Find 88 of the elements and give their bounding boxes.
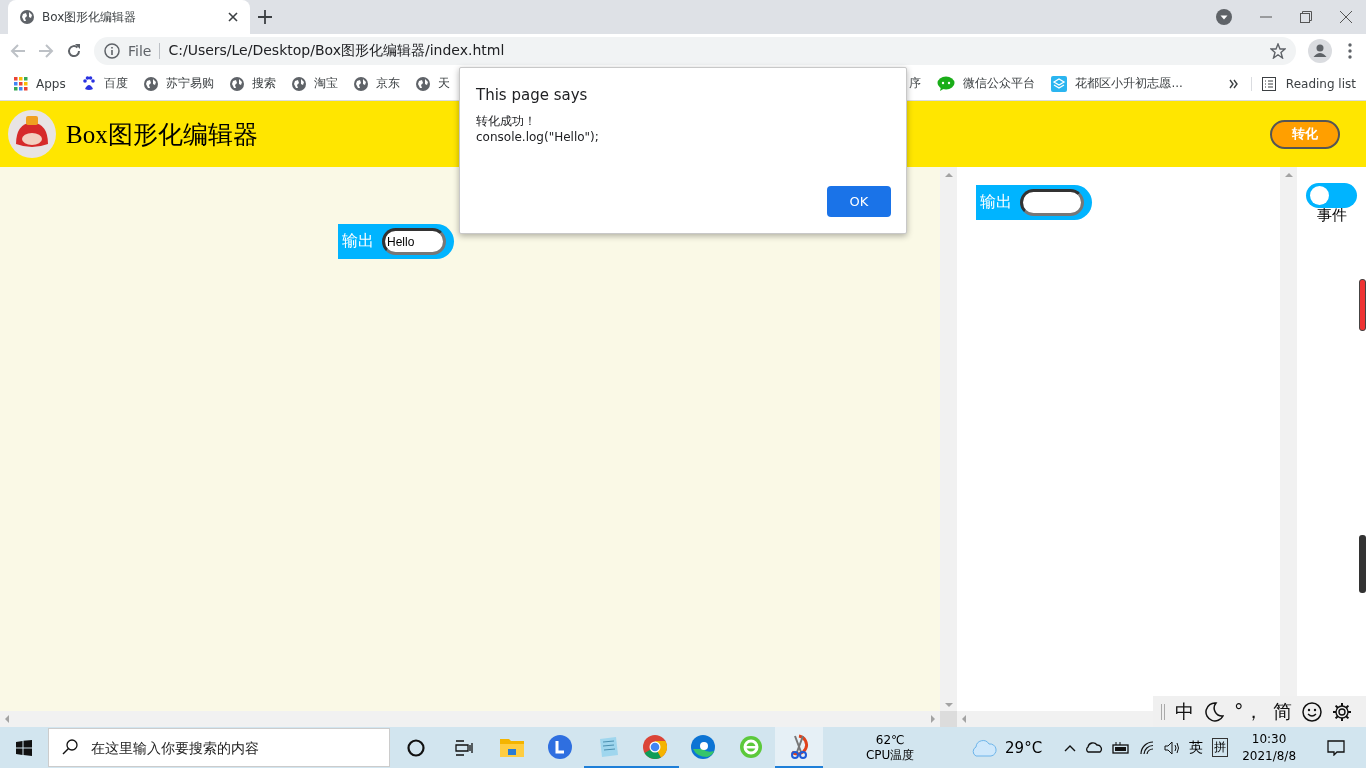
time-text: 10:30 [1250,730,1288,748]
bookmark[interactable]: 京东 [353,75,400,92]
block-label: 输出 [342,231,374,252]
profile-icon[interactable] [1308,38,1332,63]
globe-icon [415,76,430,91]
list-icon [1261,76,1276,91]
ok-button[interactable]: OK [827,186,891,217]
battery-icon[interactable] [1112,741,1131,754]
scrollbar[interactable] [940,167,957,711]
bookmark[interactable]: 苏宁易购 [143,75,214,92]
circle-icon[interactable] [406,738,425,757]
scrollbar-corner [940,711,957,727]
paw-icon [81,76,96,91]
browser-tab[interactable]: Box图形化编辑器 [8,0,250,34]
browser-e-icon [739,734,764,759]
bookmark[interactable]: 微信公众平台 [937,75,1036,92]
tab-globe-icon [20,10,34,24]
scrollbar[interactable] [1280,167,1297,696]
info-icon [104,42,120,59]
scheme-label: File [128,42,161,59]
weather-temperature[interactable]: 29°C [1005,738,1043,757]
bookmark[interactable]: 序 [909,75,922,92]
speaker-icon[interactable] [1164,740,1181,755]
star-icon[interactable] [1270,42,1286,59]
smiley-icon[interactable] [1301,701,1322,722]
letter-l-icon [547,734,572,759]
restore-icon[interactable] [1300,11,1312,23]
block-input-field[interactable] [1020,189,1084,216]
language-indicator[interactable]: 英 [1189,738,1204,757]
edge-icon [691,734,716,759]
address-bar[interactable]: File C:/Users/Le/Desktop/Box图形化编辑器/index.html [94,36,1296,65]
bookmark[interactable]: 花都区小升初志愿... [1051,75,1183,92]
wifi-icon[interactable] [1139,740,1156,755]
chevron-up-icon[interactable] [1064,743,1077,752]
ime-punctuation[interactable]: °， [1234,698,1263,725]
globe-icon [353,76,368,91]
cpu-label: CPU温度 [864,747,916,763]
chat-bubble-icon [937,75,956,92]
bookmark[interactable]: 天 [415,75,450,92]
output-block[interactable]: 输出 Hello [338,224,454,259]
bookmark[interactable]: Apps [14,76,66,91]
reload-icon[interactable] [66,42,82,59]
tab-search-icon[interactable] [1216,9,1232,25]
taskbar-search-field[interactable]: 在这里输入你要搜索的内容 [47,728,390,767]
layers-icon [1051,75,1068,92]
chevron-icon[interactable] [1228,78,1239,89]
url-text: C:/Users/Le/Desktop/Box图形化编辑器/index.html [168,41,505,60]
apps-grid-icon [14,76,28,91]
settings-icon[interactable] [1331,701,1352,722]
close-window-icon[interactable] [1340,11,1352,23]
bookmark[interactable]: 淘宝 [291,75,338,92]
edge-handle[interactable] [1359,535,1366,593]
event-toggle[interactable] [1306,183,1357,208]
clock[interactable]: 10:30 2021/8/8 [1232,730,1307,765]
close-icon[interactable] [228,12,238,22]
taskbar-app[interactable] [775,727,824,768]
scrollbar[interactable] [957,711,1153,727]
reading-list-button[interactable]: Reading list [1250,76,1366,91]
app-title: Box图形化编辑器 [66,119,258,150]
input-method-indicator[interactable]: 拼 [1212,738,1229,757]
toggle-label: 事件 [1316,206,1347,225]
new-tab-icon[interactable] [258,10,272,24]
globe-icon [291,76,306,91]
block-label: 输出 [980,192,1012,213]
ime-mode[interactable]: 中 [1175,698,1194,725]
edge-handle[interactable] [1359,279,1366,331]
dialog-title: This page says [476,86,589,104]
bookmark[interactable]: 百度 [81,75,128,92]
search-icon [61,739,78,755]
windows-start-icon[interactable] [15,739,32,756]
dialog-message: 转化成功！ [476,113,537,129]
logo-icon [8,110,56,158]
dialog-message: console.log("Hello"); [476,129,600,145]
ime-script[interactable]: 简 [1272,698,1292,725]
scrollbar[interactable] [0,711,940,727]
task-view-icon[interactable] [454,739,473,756]
moon-icon[interactable] [1204,701,1224,722]
globe-icon [229,76,244,91]
bookmark[interactable]: 搜索 [229,75,276,92]
block-input-field[interactable]: Hello [382,228,446,255]
chrome-icon [643,734,668,759]
cpu-temperature: 62℃ [874,732,906,748]
folder-icon [499,736,524,757]
date-text: 2021/8/8 [1241,747,1298,765]
globe-icon [143,76,158,91]
onedrive-cloud-icon[interactable] [1085,742,1104,753]
menu-icon[interactable] [1348,42,1352,59]
notification-icon[interactable] [1327,739,1345,756]
